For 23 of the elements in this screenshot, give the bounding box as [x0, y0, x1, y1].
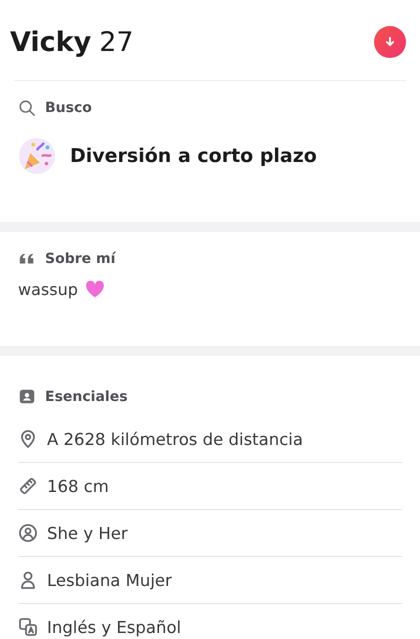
person-circle-icon [18, 523, 38, 543]
party-popper-icon [18, 137, 56, 175]
section-label: Esenciales [45, 389, 128, 405]
section-label: Sobre mí [45, 251, 116, 267]
down-arrow-icon [383, 35, 397, 49]
profile-age: 27 [99, 26, 134, 58]
translate-icon [18, 617, 38, 637]
location-pin-icon [18, 429, 38, 449]
essential-text: 168 cm [47, 476, 109, 496]
person-icon [18, 570, 38, 590]
bio-text: wassup [18, 280, 78, 298]
profile-name: Vicky [10, 26, 92, 58]
search-icon [18, 99, 36, 117]
ruler-icon [18, 476, 38, 496]
collapse-button[interactable] [374, 26, 406, 58]
essential-text: She y Her [47, 524, 128, 542]
section-label: Busco [45, 100, 92, 116]
essential-text: Lesbiana Mujer [47, 570, 172, 590]
heart-icon [84, 278, 106, 300]
looking-for-value: Diversión a corto plazo [70, 145, 317, 167]
essential-text: A 2628 kilómetros de distancia [47, 430, 303, 448]
essential-text: Inglés y Español [47, 618, 182, 636]
id-badge-icon [18, 388, 36, 406]
